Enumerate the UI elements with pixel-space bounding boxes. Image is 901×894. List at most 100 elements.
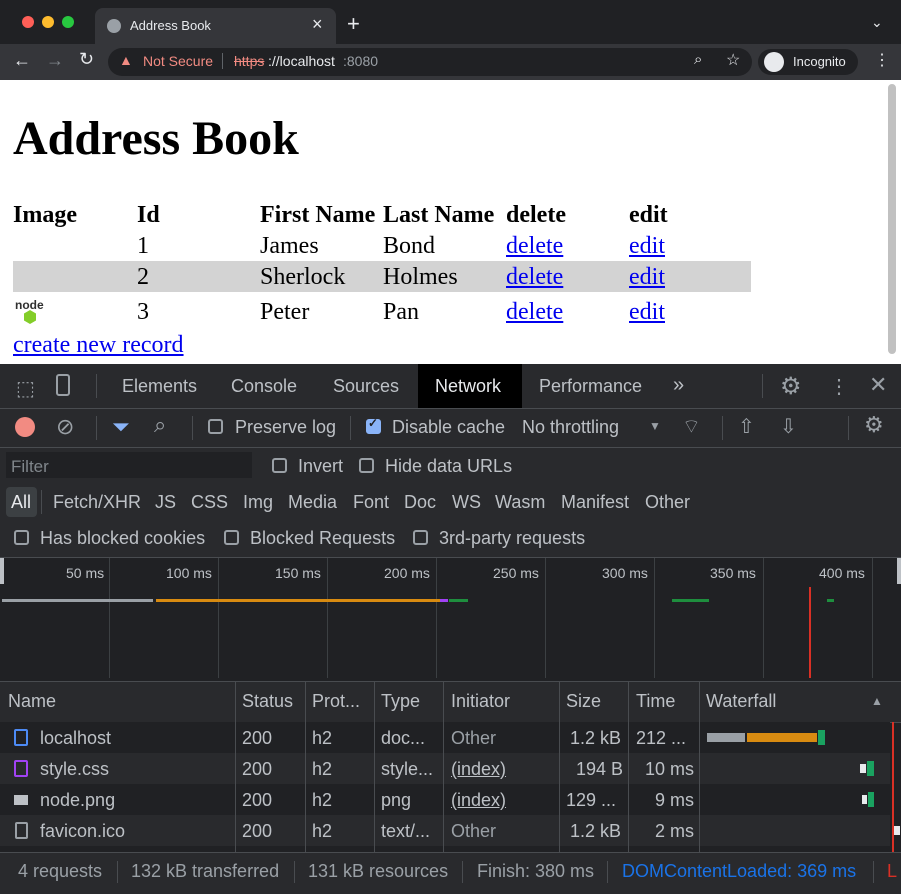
request-initiator-link[interactable]: (index)	[451, 759, 506, 780]
blocked-requests-label[interactable]: Blocked Requests	[250, 528, 395, 549]
sort-ascending-icon[interactable]: ▲	[871, 694, 883, 708]
waterfall-download	[747, 733, 817, 742]
settings-gear-icon[interactable]: ⚙	[780, 372, 802, 401]
import-har-icon[interactable]: ⇧	[738, 414, 755, 439]
table-row[interactable]	[0, 815, 890, 846]
filter-css[interactable]: CSS	[191, 492, 228, 513]
close-window-button[interactable]	[22, 16, 34, 28]
has-blocked-cookies-label[interactable]: Has blocked cookies	[40, 528, 205, 549]
table-row[interactable]	[0, 784, 890, 815]
minimize-window-button[interactable]	[42, 16, 54, 28]
more-options-icon[interactable]: ⋮	[829, 374, 849, 399]
search-icon[interactable]: ⌕	[154, 412, 166, 438]
tab-network[interactable]: Network	[435, 376, 501, 397]
export-har-icon[interactable]: ⇩	[780, 414, 797, 439]
request-status: 200	[242, 759, 273, 779]
filter-other[interactable]: Other	[645, 492, 690, 513]
overview-left-handle[interactable]	[0, 558, 4, 584]
waterfall-waiting	[860, 764, 866, 773]
create-record-link[interactable]: create new record	[13, 332, 184, 359]
column-waterfall[interactable]: Waterfall	[706, 691, 776, 712]
overview-right-handle[interactable]	[897, 558, 901, 584]
edit-link[interactable]: edit	[629, 264, 665, 291]
third-party-label[interactable]: 3rd-party requests	[439, 528, 585, 549]
request-name[interactable]: style.css	[40, 759, 109, 780]
not-secure-label[interactable]: Not Secure	[143, 53, 213, 69]
hide-data-urls-label[interactable]: Hide data URLs	[385, 456, 512, 477]
waterfall-receive	[818, 730, 825, 745]
tab-elements[interactable]: Elements	[122, 376, 197, 397]
dropdown-arrow-icon[interactable]: ▼	[649, 419, 661, 433]
close-devtools-icon[interactable]: ✕	[869, 372, 887, 398]
tick-label: 100 ms	[166, 565, 212, 581]
header-last-name: Last Name	[383, 202, 495, 228]
filter-js[interactable]: JS	[155, 492, 176, 513]
tab-search-chevron-icon[interactable]: ⌄	[871, 14, 883, 31]
invert-label[interactable]: Invert	[298, 456, 343, 477]
delete-link[interactable]: delete	[506, 299, 563, 326]
filter-fetch-xhr[interactable]: Fetch/XHR	[53, 492, 141, 513]
disable-cache-label[interactable]: Disable cache	[392, 417, 505, 438]
filter-img[interactable]: Img	[243, 492, 273, 513]
preserve-log-label[interactable]: Preserve log	[235, 417, 336, 438]
warning-icon[interactable]: ▲	[119, 52, 133, 68]
table-row[interactable]	[0, 753, 890, 784]
has-blocked-cookies-checkbox[interactable]	[14, 530, 29, 545]
request-name[interactable]: localhost	[40, 728, 111, 749]
url-port: :8080	[343, 53, 379, 69]
throttling-select[interactable]: No throttling	[522, 417, 619, 438]
column-status[interactable]: Status	[242, 691, 293, 712]
third-party-checkbox[interactable]	[413, 530, 428, 545]
filter-ws[interactable]: WS	[452, 492, 481, 513]
column-protocol[interactable]: Prot...	[312, 691, 360, 712]
cell-id: 1	[137, 233, 149, 259]
clear-icon[interactable]: ⊘	[56, 414, 74, 440]
invert-checkbox[interactable]	[272, 458, 287, 473]
tab-title: Address Book	[130, 18, 211, 33]
zoom-window-button[interactable]	[62, 16, 74, 28]
inspect-element-icon[interactable]: ⬚	[16, 376, 35, 401]
column-size[interactable]: Size	[566, 691, 601, 712]
preserve-log-checkbox[interactable]	[208, 419, 223, 434]
close-tab-icon[interactable]: ×	[312, 14, 323, 35]
reload-icon[interactable]: ↻	[79, 49, 94, 70]
device-toolbar-icon[interactable]	[56, 374, 70, 396]
filter-manifest[interactable]: Manifest	[561, 492, 629, 513]
forward-arrow-icon[interactable]: →	[46, 50, 64, 71]
hide-data-urls-checkbox[interactable]	[359, 458, 374, 473]
edit-link[interactable]: edit	[629, 233, 665, 260]
bookmark-star-icon[interactable]: ☆	[726, 50, 740, 70]
waterfall-waiting	[862, 795, 867, 804]
tab-sources[interactable]: Sources	[333, 376, 399, 397]
page-scrollbar[interactable]	[888, 84, 896, 354]
network-settings-icon[interactable]: ⚙	[864, 412, 884, 438]
delete-link[interactable]: delete	[506, 264, 563, 291]
column-time[interactable]: Time	[636, 691, 675, 712]
column-type[interactable]: Type	[381, 691, 420, 712]
request-name[interactable]: node.png	[40, 790, 115, 811]
tab-performance[interactable]: Performance	[539, 376, 642, 397]
summary-resources: 131 kB resources	[308, 861, 449, 881]
column-name[interactable]: Name	[8, 691, 56, 712]
new-tab-button[interactable]: +	[347, 11, 360, 37]
filter-funnel-icon[interactable]: ⏷	[112, 414, 130, 440]
filter-media[interactable]: Media	[288, 492, 337, 513]
filter-doc[interactable]: Doc	[404, 492, 436, 513]
back-arrow-icon[interactable]: ←	[13, 50, 31, 71]
browser-menu-icon[interactable]: ⋮	[874, 50, 890, 70]
edit-link[interactable]: edit	[629, 299, 665, 326]
overview-timeline[interactable]	[0, 558, 901, 678]
more-tabs-icon[interactable]: »	[673, 374, 684, 397]
blocked-requests-checkbox[interactable]	[224, 530, 239, 545]
request-initiator-link[interactable]: (index)	[451, 790, 506, 811]
filter-wasm[interactable]: Wasm	[495, 492, 545, 513]
tab-console[interactable]: Console	[231, 376, 297, 397]
request-name[interactable]: favicon.ico	[40, 821, 125, 842]
delete-link[interactable]: delete	[506, 233, 563, 260]
zoom-icon[interactable]: ⌕	[694, 51, 702, 68]
record-icon[interactable]	[15, 417, 35, 437]
network-conditions-icon[interactable]: ⌔	[682, 414, 701, 439]
filter-font[interactable]: Font	[353, 492, 389, 513]
filter-all[interactable]: All	[11, 492, 31, 513]
column-initiator[interactable]: Initiator	[451, 691, 510, 712]
